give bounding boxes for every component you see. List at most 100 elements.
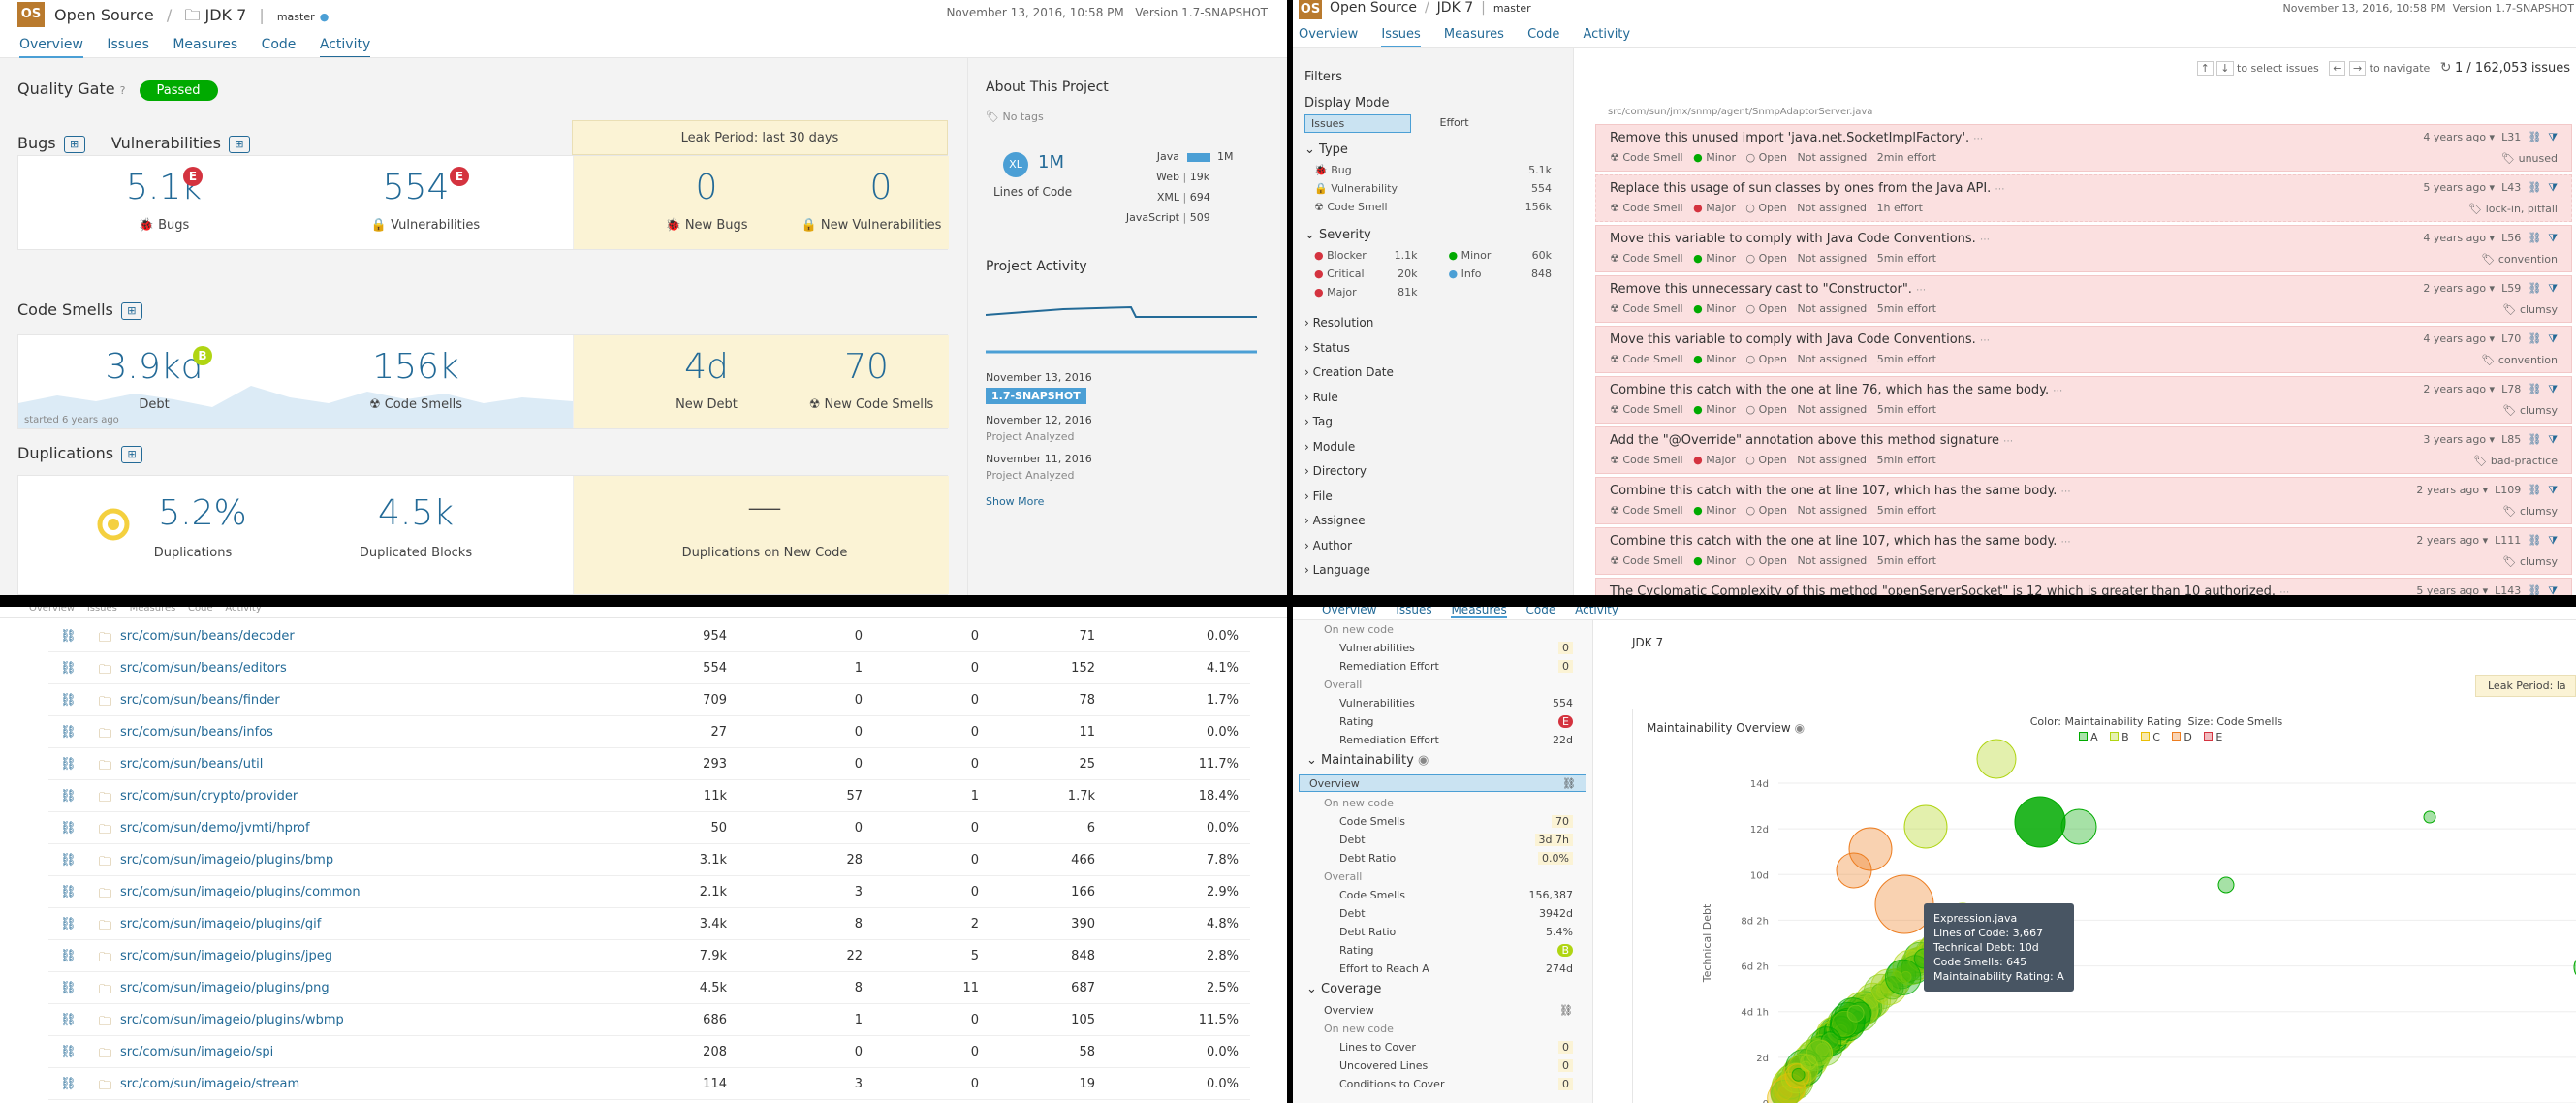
more-icon[interactable]: ⋯ bbox=[2053, 386, 2062, 396]
more-icon[interactable]: ⋯ bbox=[1980, 335, 1990, 346]
issue-message[interactable]: Combine this catch with the one at line … bbox=[1610, 534, 2057, 549]
table-row[interactable]: ⛓ 🗀 src/com/sun/imageio/plugins/jpeg 7.9k 22… bbox=[48, 940, 1250, 972]
reload-icon[interactable]: ↻ bbox=[2440, 60, 2452, 76]
table-row[interactable]: ⛓ 🗀 src/com/sun/imageio/plugins/png 4.5k 8 11… bbox=[48, 972, 1250, 1004]
key-left[interactable]: ← bbox=[2329, 61, 2346, 76]
issue-item[interactable]: The Cyclomatic Complexity of this method… bbox=[1595, 578, 2572, 595]
issue-message[interactable]: Remove this unnecessary cast to "Constru… bbox=[1610, 282, 1912, 297]
directory-link[interactable]: src/com/sun/imageio/plugins/wbmp bbox=[120, 1013, 344, 1027]
facet-status[interactable]: › Status bbox=[1304, 336, 1567, 362]
permalink-icon[interactable]: ⛓ bbox=[60, 661, 77, 676]
tab-activity[interactable]: Activity bbox=[319, 37, 371, 57]
key-up[interactable]: ↑ bbox=[2196, 61, 2214, 76]
directory-link[interactable]: src/com/sun/imageio/stream bbox=[120, 1077, 299, 1091]
measure-item[interactable]: Debt Ratio 5.4% bbox=[1293, 923, 1592, 941]
issue-message[interactable]: The Cyclomatic Complexity of this method… bbox=[1610, 584, 2276, 595]
measure-item[interactable]: Debt Ratio 0.0% bbox=[1293, 849, 1592, 867]
facet-directory[interactable]: › Directory bbox=[1304, 459, 1567, 485]
branch-name[interactable]: master bbox=[1493, 2, 1531, 15]
issue-message[interactable]: Combine this catch with the one at line … bbox=[1610, 383, 2049, 397]
bugs-rating[interactable]: E bbox=[183, 167, 203, 186]
mode-issues-button[interactable]: Issues bbox=[1304, 114, 1411, 133]
table-row[interactable]: ⛓ 🗀 src/com/sun/beans/editors 554 1 0 152 4.1% bbox=[48, 652, 1250, 684]
tab-overview[interactable]: Overview bbox=[1322, 607, 1377, 616]
permalink-icon[interactable]: ⛓ bbox=[60, 693, 77, 708]
issue-item[interactable]: Combine this catch with the one at line … bbox=[1595, 527, 2572, 575]
facet-file[interactable]: › File bbox=[1304, 485, 1567, 510]
measure-item[interactable]: Code Smells 70 bbox=[1293, 812, 1592, 831]
measure-item[interactable]: Uncovered Lines 0 bbox=[1293, 1056, 1592, 1075]
bugs-value[interactable]: 5.1k bbox=[96, 168, 232, 207]
permalink-icon[interactable]: ⛓ bbox=[60, 629, 77, 644]
directory-link[interactable]: src/com/sun/imageio/plugins/gif bbox=[120, 917, 321, 931]
loc-value[interactable]: 1M bbox=[1038, 152, 1064, 173]
facet-item[interactable]: 🐞 Bug 5.1k bbox=[1299, 161, 1567, 179]
issue-message[interactable]: Move this variable to comply with Java C… bbox=[1610, 232, 1976, 246]
measure-item[interactable]: Remediation Effort 22d bbox=[1293, 731, 1592, 749]
issue-message[interactable]: Combine this catch with the one at line … bbox=[1610, 484, 2057, 498]
chevron-down-icon[interactable]: ⌄ bbox=[1306, 982, 1317, 996]
table-row[interactable]: ⛓ 🗀 src/com/sun/beans/infos 27 0 0 11 0.0% bbox=[48, 716, 1250, 748]
issue-item[interactable]: Combine this catch with the one at line … bbox=[1595, 376, 2572, 424]
maintainability-rating[interactable]: B bbox=[193, 346, 212, 365]
measure-item[interactable]: Conditions to Cover 0 bbox=[1293, 1075, 1592, 1093]
measure-item[interactable]: Debt 3942d bbox=[1293, 904, 1592, 923]
facet-item[interactable]: ● Critical 20k bbox=[1299, 265, 1433, 283]
directory-link[interactable]: src/com/sun/beans/util bbox=[120, 757, 263, 772]
table-row[interactable]: ⛓ 🗀 src/com/sun/imageio/stream 114 3 0 19 0.0% bbox=[48, 1068, 1250, 1100]
measure-item[interactable]: Lines to Cover 0 bbox=[1293, 1038, 1592, 1056]
issue-message[interactable]: Move this variable to comply with Java C… bbox=[1610, 332, 1976, 347]
more-icon[interactable]: ⋯ bbox=[2061, 537, 2071, 548]
new-vuln-value[interactable]: 0 bbox=[813, 168, 949, 207]
dup-blocks-value[interactable]: 4.5k bbox=[348, 493, 484, 533]
branch-name[interactable]: master bbox=[277, 11, 315, 23]
bubble-chart-svg[interactable]: 02d4d 1h6d 2h8d 2h10d12d14d02,0004,0006,… bbox=[1633, 735, 2576, 1103]
facet-creation-date[interactable]: › Creation Date bbox=[1304, 361, 1567, 386]
measure-item[interactable]: Vulnerabilities 0 bbox=[1293, 639, 1592, 657]
org-name[interactable]: Open Source bbox=[1330, 0, 1417, 16]
info-icon[interactable]: ● bbox=[320, 11, 330, 23]
tab-code[interactable]: Code bbox=[262, 37, 297, 56]
more-icon[interactable]: ⋯ bbox=[1980, 235, 1990, 245]
directory-link[interactable]: src/com/sun/imageio/plugins/jpeg bbox=[120, 949, 332, 963]
facet-item[interactable]: ● Major 81k bbox=[1299, 283, 1433, 301]
table-row[interactable]: ⛓ 🗀 src/com/sun/imageio/plugins/wbmp 686 1 0 1… bbox=[48, 1004, 1250, 1036]
directory-link[interactable]: src/com/sun/imageio/plugins/png bbox=[120, 981, 330, 995]
table-row[interactable]: ⛓ 🗀 src/com/sun/beans/finder 709 0 0 78 1.7% bbox=[48, 684, 1250, 716]
coverage-domain[interactable]: Coverage bbox=[1321, 982, 1381, 996]
new-debt-value[interactable]: 4d bbox=[639, 347, 774, 387]
issue-item[interactable]: Replace this usage of sun classes by one… bbox=[1595, 174, 2572, 222]
permalink-icon[interactable]: ⛓ bbox=[60, 725, 77, 740]
directory-link[interactable]: src/com/sun/crypto/provider bbox=[120, 789, 298, 804]
table-row[interactable]: ⛓ 🗀 src/com/sun/beans/util 293 0 0 25 11.7% bbox=[48, 748, 1250, 780]
org-name[interactable]: Open Source bbox=[54, 6, 154, 24]
directory-link[interactable]: src/com/sun/imageio/plugins/common bbox=[120, 885, 361, 899]
issue-item[interactable]: Remove this unnecessary cast to "Constru… bbox=[1595, 275, 2572, 323]
issue-message[interactable]: Replace this usage of sun classes by one… bbox=[1610, 181, 1991, 196]
measure-item[interactable]: Rating B bbox=[1293, 941, 1592, 960]
tab-overview[interactable]: Overview bbox=[1299, 27, 1358, 46]
facet-type[interactable]: Type bbox=[1319, 142, 1348, 157]
dup-drilldown-button[interactable]: ⊞ bbox=[121, 445, 143, 463]
new-smells-value[interactable]: 70 bbox=[799, 347, 934, 387]
permalink-icon[interactable]: ⛓ bbox=[60, 1013, 77, 1027]
directory-link[interactable]: src/com/sun/imageio/plugins/bmp bbox=[120, 853, 333, 867]
tab-activity[interactable]: Activity bbox=[1583, 27, 1630, 46]
facet-severity[interactable]: Severity bbox=[1319, 228, 1371, 242]
maintainability-overview-item[interactable]: Overview ⛓ bbox=[1299, 774, 1586, 792]
directory-link[interactable]: src/com/sun/beans/finder bbox=[120, 693, 280, 708]
issue-item[interactable]: Combine this catch with the one at line … bbox=[1595, 477, 2572, 524]
key-down[interactable]: ↓ bbox=[2216, 61, 2234, 76]
project-name[interactable]: JDK 7 bbox=[204, 6, 246, 24]
more-icon[interactable]: ⋯ bbox=[2061, 487, 2071, 497]
facet-item[interactable]: ☢ Code Smell 156k bbox=[1299, 198, 1567, 216]
facet-item[interactable]: ● Minor 60k bbox=[1433, 246, 1568, 265]
facet-assignee[interactable]: › Assignee bbox=[1304, 509, 1567, 534]
more-icon[interactable]: ⋯ bbox=[1995, 184, 2004, 195]
directory-link[interactable]: src/com/sun/beans/decoder bbox=[120, 629, 295, 644]
permalink-icon[interactable]: ⛓ bbox=[60, 853, 77, 867]
table-row[interactable]: ⛓ 🗀 src/com/sun/imageio/plugins/gif 3.4k 8 2 3… bbox=[48, 908, 1250, 940]
measure-item[interactable]: Rating E bbox=[1293, 712, 1592, 731]
measure-item[interactable]: Remediation Effort 0 bbox=[1293, 657, 1592, 676]
key-right[interactable]: → bbox=[2348, 61, 2367, 76]
